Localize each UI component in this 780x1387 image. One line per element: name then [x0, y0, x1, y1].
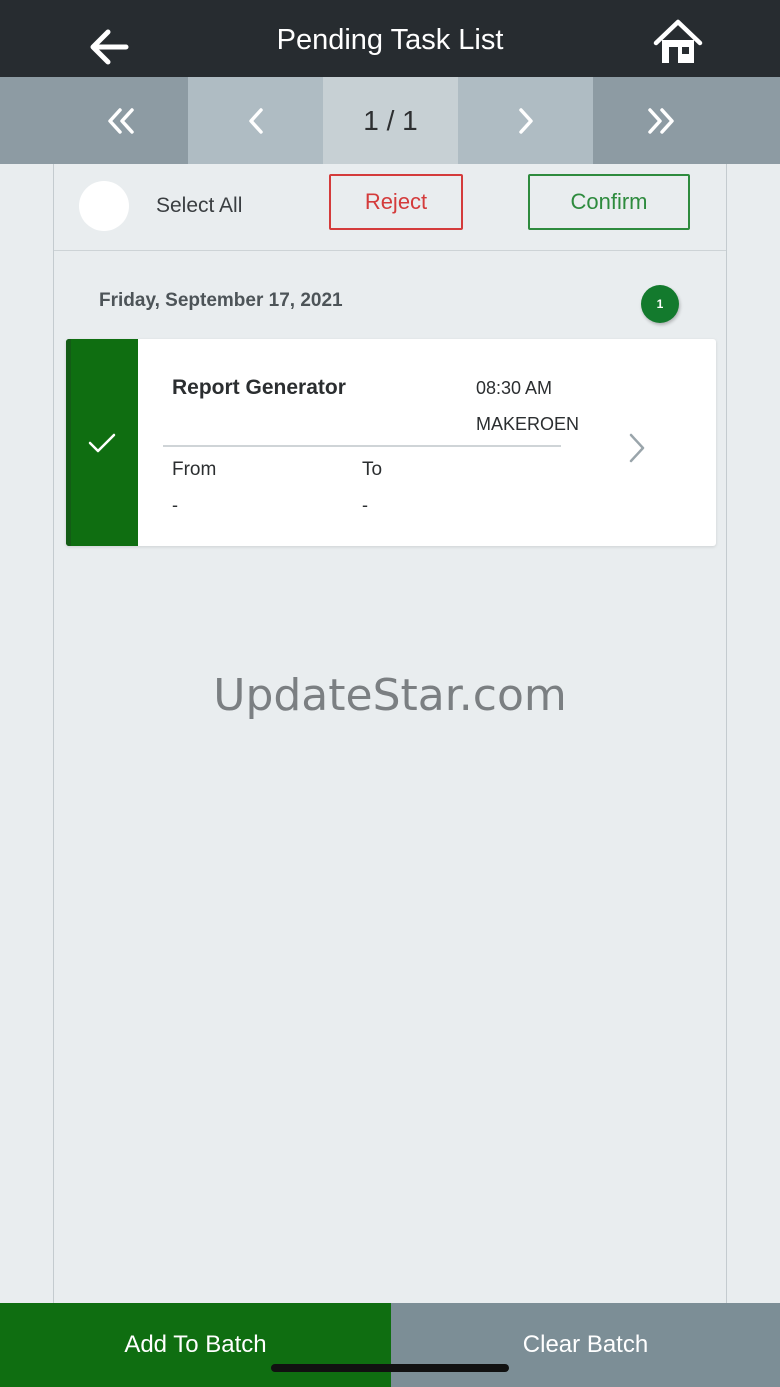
confirm-button[interactable]: Confirm [528, 174, 690, 230]
home-indicator[interactable] [271, 1364, 509, 1372]
pagination-bar: 1 / 1 [0, 77, 780, 164]
card-divider [163, 445, 561, 447]
previous-page-button[interactable] [188, 77, 323, 164]
next-page-button[interactable] [458, 77, 593, 164]
page-indicator: 1 / 1 [323, 77, 458, 164]
task-user: MAKEROEN [476, 414, 580, 434]
task-card[interactable]: Report Generator 08:30 AM MAKEROEN From … [66, 339, 716, 546]
double-chevron-right-icon [647, 107, 674, 134]
first-page-button[interactable] [53, 77, 188, 164]
task-name: Report Generator [172, 376, 346, 399]
select-all-checkbox[interactable] [79, 181, 129, 231]
side-gutter-left [0, 164, 53, 1303]
top-bar: Pending Task List [0, 0, 780, 77]
count-badge: 1 [641, 285, 679, 323]
bottom-bar: Add To Batch Clear Batch [0, 1303, 780, 1387]
task-selected-strip[interactable] [66, 339, 138, 546]
from-label: From [172, 459, 217, 480]
chevron-right-icon [518, 107, 533, 134]
checkmark-icon [88, 433, 116, 452]
to-value: - [362, 495, 368, 515]
chevron-right-icon[interactable] [626, 431, 648, 465]
last-page-button[interactable] [593, 77, 728, 164]
to-label: To [362, 459, 383, 480]
task-time: 08:30 AM [476, 378, 553, 398]
home-icon[interactable] [652, 17, 704, 69]
double-chevron-left-icon [107, 107, 134, 134]
strip-edge [66, 339, 71, 546]
from-value: - [172, 495, 178, 515]
clear-batch-button[interactable]: Clear Batch [391, 1303, 780, 1387]
group-date-header: Friday, September 17, 2021 [99, 290, 343, 311]
reject-button[interactable]: Reject [329, 174, 463, 230]
chevron-left-icon [248, 107, 263, 134]
side-gutter-right [727, 164, 780, 1303]
select-all-label[interactable]: Select All [156, 194, 242, 218]
action-bar: Select All Reject Confirm [54, 164, 726, 251]
watermark-text: UpdateStar.com [213, 670, 567, 721]
add-to-batch-button[interactable]: Add To Batch [0, 1303, 391, 1387]
task-list-panel: Select All Reject Confirm Friday, Septem… [53, 164, 727, 1303]
